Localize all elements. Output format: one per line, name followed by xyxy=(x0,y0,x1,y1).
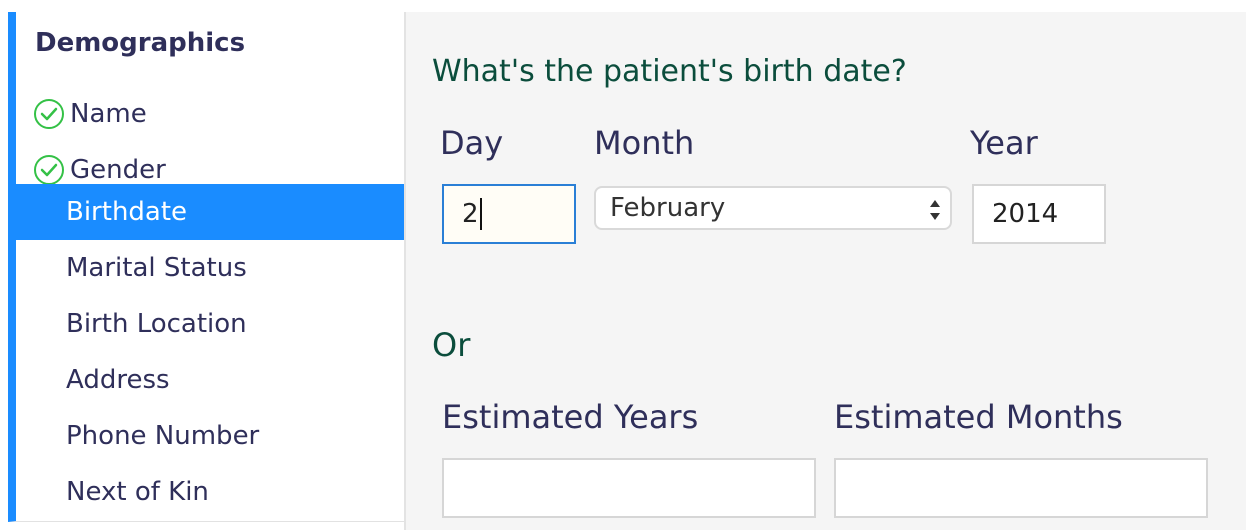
sidebar-item-label: Next of Kin xyxy=(66,477,209,507)
day-value: 2 xyxy=(462,199,479,229)
sidebar-item-birth-location[interactable]: Birth Location xyxy=(16,296,404,352)
birthdate-form: What's the patient's birth date? Day Mon… xyxy=(404,12,1246,530)
check-circle-icon xyxy=(34,99,64,129)
sidebar-item-birthdate[interactable]: Birthdate xyxy=(16,184,404,240)
month-select[interactable]: February xyxy=(594,186,952,230)
sidebar: Demographics Name Gender Birthdate Marit… xyxy=(8,12,404,522)
year-value: 2014 xyxy=(992,199,1059,229)
sidebar-item-label: Address xyxy=(66,365,170,395)
sidebar-item-address[interactable]: Address xyxy=(16,352,404,408)
sidebar-item-label: Marital Status xyxy=(66,253,247,283)
updown-arrows-icon xyxy=(930,200,940,220)
month-label: Month xyxy=(594,124,695,162)
check-circle-icon xyxy=(34,155,64,185)
estimated-months-label: Estimated Months xyxy=(834,398,1123,436)
sidebar-item-phone-number[interactable]: Phone Number xyxy=(16,408,404,464)
or-label: Or xyxy=(432,326,471,364)
month-selected-value: February xyxy=(610,193,726,223)
sidebar-item-marital-status[interactable]: Marital Status xyxy=(16,240,404,296)
year-input[interactable]: 2014 xyxy=(972,184,1106,244)
year-label: Year xyxy=(970,124,1038,162)
text-caret xyxy=(479,198,482,230)
sidebar-item-label: Birth Location xyxy=(66,309,247,339)
registration-window: Demographics Name Gender Birthdate Marit… xyxy=(0,0,1246,530)
sidebar-item-label: Gender xyxy=(70,155,166,185)
sidebar-title: Demographics xyxy=(35,28,246,58)
estimated-months-input[interactable] xyxy=(834,458,1208,518)
day-input[interactable]: 2 xyxy=(442,184,576,244)
sidebar-item-label: Phone Number xyxy=(66,421,260,451)
form-question: What's the patient's birth date? xyxy=(432,54,907,89)
sidebar-item-label: Birthdate xyxy=(66,197,188,227)
day-label: Day xyxy=(440,124,504,162)
sidebar-item-name[interactable]: Name xyxy=(16,86,404,142)
estimated-years-input[interactable] xyxy=(442,458,816,518)
sidebar-item-label: Name xyxy=(70,99,147,129)
sidebar-item-next-of-kin[interactable]: Next of Kin xyxy=(16,464,404,520)
estimated-years-label: Estimated Years xyxy=(442,398,699,436)
